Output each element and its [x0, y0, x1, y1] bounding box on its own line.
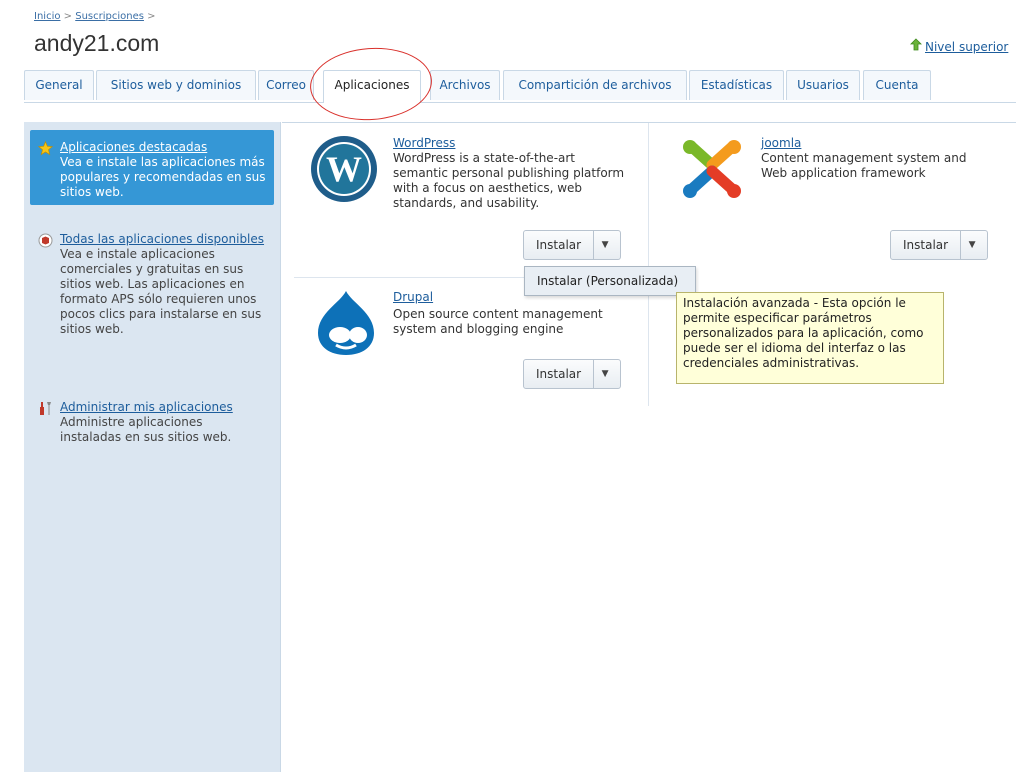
joomla-logo-icon [678, 135, 746, 203]
app-catalog: W WordPress WordPress is a state-of-the-… [282, 122, 1016, 773]
green-up-arrow-icon [910, 38, 922, 54]
tab-mail[interactable]: Correo [258, 70, 314, 100]
tab-files[interactable]: Archivos [430, 70, 500, 100]
app-title-drupal[interactable]: Drupal [393, 290, 433, 304]
tab-websites-domains[interactable]: Sitios web y dominios [96, 70, 256, 100]
install-button-drupal[interactable]: Instalar ▼ [523, 359, 621, 389]
sidebar-item-featured-desc: Vea e instale las aplicaciones más popul… [60, 155, 266, 199]
aps-cube-icon [38, 233, 53, 248]
divider [648, 123, 649, 406]
app-title-joomla[interactable]: joomla [761, 136, 801, 150]
tools-icon [38, 401, 53, 416]
star-icon [37, 140, 54, 156]
sidebar-item-manage-title[interactable]: Administrar mis aplicaciones [60, 400, 233, 414]
tab-applications[interactable]: Aplicaciones [323, 70, 421, 103]
tooltip: Instalación avanzada - Esta opción le pe… [676, 292, 944, 384]
install-button-label[interactable]: Instalar [891, 231, 962, 259]
sidebar-item-manage[interactable]: Administrar mis aplicaciones Administre … [30, 390, 274, 451]
install-custom-menu-item[interactable]: Instalar (Personalizada) [524, 266, 696, 296]
tab-general[interactable]: General [24, 70, 94, 100]
sidebar-item-featured[interactable]: Aplicaciones destacadas Vea e instale la… [30, 130, 274, 205]
chevron-down-icon[interactable]: ▼ [961, 231, 983, 259]
tab-file-sharing[interactable]: Compartición de archivos [503, 70, 687, 100]
breadcrumb: Inicio > Suscripciones > [34, 11, 156, 22]
tab-bar: General Sitios web y dominios Correo Apl… [24, 70, 1016, 103]
install-button-label[interactable]: Instalar [524, 360, 595, 388]
sidebar-item-manage-desc: Administre aplicaciones instaladas en su… [60, 415, 232, 444]
tab-users[interactable]: Usuarios [786, 70, 860, 100]
sidebar-item-all-apps-desc: Vea e instale aplicaciones comerciales y… [60, 247, 262, 336]
sidebar: Aplicaciones destacadas Vea e instale la… [24, 122, 281, 772]
app-title-wordpress[interactable]: WordPress [393, 136, 455, 150]
sidebar-item-featured-title[interactable]: Aplicaciones destacadas [60, 140, 207, 154]
tab-statistics[interactable]: Estadísticas [689, 70, 784, 100]
wordpress-logo-icon: W [310, 135, 378, 203]
install-button-wordpress[interactable]: Instalar ▼ [523, 230, 621, 260]
sidebar-item-all-apps[interactable]: Todas las aplicaciones disponibles Vea e… [30, 222, 274, 343]
tab-account[interactable]: Cuenta [863, 70, 931, 100]
install-button-label[interactable]: Instalar [524, 231, 595, 259]
app-desc-joomla: Content management system and Web applic… [761, 151, 967, 180]
app-desc-wordpress: WordPress is a state-of-the-art semantic… [393, 151, 625, 210]
drupal-logo-icon [312, 289, 380, 357]
breadcrumb-subscriptions-link[interactable]: Suscripciones [75, 11, 144, 22]
chevron-down-icon[interactable]: ▼ [594, 360, 616, 388]
breadcrumb-separator: > [147, 11, 156, 22]
svg-text:W: W [326, 149, 362, 189]
breadcrumb-home-link[interactable]: Inicio [34, 11, 60, 22]
page-title: andy21.com [34, 30, 160, 56]
level-up-link[interactable]: Nivel superior [910, 38, 1008, 54]
app-desc-drupal: Open source content management system an… [393, 307, 603, 336]
level-up-label[interactable]: Nivel superior [925, 40, 1008, 54]
breadcrumb-separator: > [63, 11, 73, 22]
install-button-joomla[interactable]: Instalar ▼ [890, 230, 988, 260]
sidebar-item-all-apps-title[interactable]: Todas las aplicaciones disponibles [60, 232, 264, 246]
chevron-down-icon[interactable]: ▼ [594, 231, 616, 259]
